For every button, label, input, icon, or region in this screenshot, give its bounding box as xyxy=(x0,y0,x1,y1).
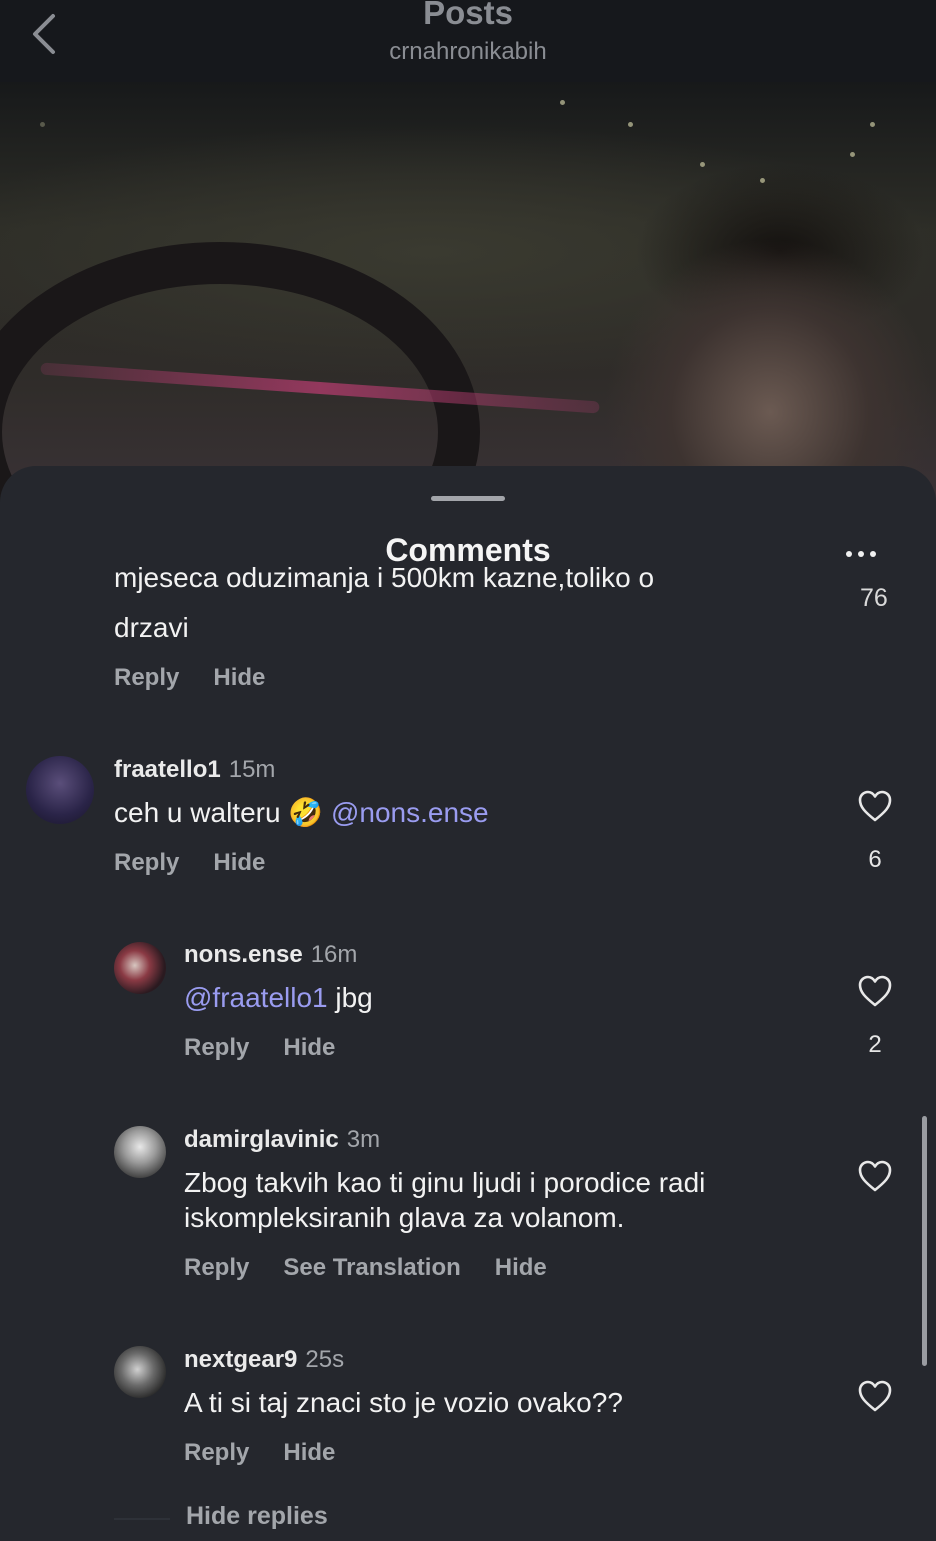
reply-button[interactable]: Reply xyxy=(114,849,179,876)
street-light xyxy=(628,122,633,127)
account-name[interactable]: crnahronikabih xyxy=(0,38,936,66)
timestamp: 15m xyxy=(228,756,276,783)
comment-actions: Reply See Translation Hide xyxy=(184,1254,581,1282)
top-bar: Posts crnahronikabih xyxy=(0,0,936,82)
username[interactable]: fraatello1 xyxy=(114,756,221,783)
street-light xyxy=(850,152,855,157)
comment-text-part: jbg xyxy=(335,982,373,1013)
avatar[interactable] xyxy=(26,756,94,824)
street-light xyxy=(760,178,765,183)
drag-handle[interactable] xyxy=(431,496,505,501)
street-light xyxy=(870,122,875,127)
sheet-title: Comments xyxy=(385,532,551,568)
heart-outline-icon[interactable] xyxy=(857,974,893,1008)
comment-text-cut: mjeseca oduzimanja i 500km kazne,toliko … xyxy=(114,566,655,593)
comment-actions: Reply Hide xyxy=(114,849,299,877)
comment-text: A ti si taj znaci sto je vozio ovako?? xyxy=(184,1387,623,1418)
hide-button[interactable]: Hide xyxy=(495,1254,547,1281)
comment-meta: nons.ense 16m xyxy=(184,941,357,969)
timestamp: 16m xyxy=(310,941,358,968)
comment-text: @fraatello1 jbg xyxy=(184,980,373,1015)
page-title: Posts xyxy=(423,0,513,31)
comment-actions: Reply Hide xyxy=(184,1439,369,1467)
street-light xyxy=(560,100,565,105)
comment-meta: nextgear9 25s xyxy=(184,1346,344,1374)
username[interactable]: nextgear9 xyxy=(184,1346,297,1373)
more-horizontal-icon xyxy=(846,544,882,561)
comment-text: Zbog takvih kao ti ginu ljudi i porodice… xyxy=(184,1167,706,1198)
more-options-button[interactable] xyxy=(846,544,886,557)
heart-outline-icon[interactable] xyxy=(857,789,893,823)
timestamp: 3m xyxy=(346,1126,381,1153)
reply-button[interactable]: Reply xyxy=(114,664,179,691)
reply-button[interactable]: Reply xyxy=(184,1439,249,1466)
mention-link[interactable]: @fraatello1 xyxy=(184,982,328,1013)
comment-text: ceh u walteru 🤣 @nons.ense xyxy=(114,795,489,830)
comments-sheet: Comments mjeseca oduzimanja i 500km kazn… xyxy=(0,466,936,1541)
reply-button[interactable]: Reply xyxy=(184,1254,249,1281)
like-count: 76 xyxy=(860,584,888,612)
street-light xyxy=(700,162,705,167)
username[interactable]: damirglavinic xyxy=(184,1126,339,1153)
hide-button[interactable]: Hide xyxy=(213,664,265,691)
mention-link[interactable]: @nons.ense xyxy=(331,797,489,828)
replies-divider xyxy=(114,1518,170,1520)
hide-button[interactable]: Hide xyxy=(283,1439,335,1466)
comment-meta: damirglavinic 3m xyxy=(184,1126,380,1154)
hide-replies-button[interactable]: Hide replies xyxy=(186,1502,328,1531)
avatar[interactable] xyxy=(114,942,166,994)
like-count: 6 xyxy=(868,846,882,873)
comment-actions: Reply Hide xyxy=(114,664,299,692)
comment-text: iskompleksiranih glava za volanom. xyxy=(184,1202,625,1233)
like-count: 2 xyxy=(868,1031,882,1058)
see-translation-button[interactable]: See Translation xyxy=(283,1254,460,1281)
comment-actions: Reply Hide xyxy=(184,1034,369,1062)
heart-outline-icon[interactable] xyxy=(857,1159,893,1193)
hide-button[interactable]: Hide xyxy=(213,849,265,876)
post-image xyxy=(0,82,936,502)
timestamp: 25s xyxy=(305,1346,345,1373)
avatar[interactable] xyxy=(114,1126,166,1178)
scrollbar[interactable] xyxy=(922,1116,927,1366)
comment-meta: fraatello1 15m xyxy=(114,756,275,784)
rofl-emoji-icon: 🤣 xyxy=(288,797,324,828)
comment-text: drzavi xyxy=(114,612,189,643)
street-light xyxy=(40,122,45,127)
hide-button[interactable]: Hide xyxy=(283,1034,335,1061)
username[interactable]: nons.ense xyxy=(184,941,303,968)
heart-outline-icon[interactable] xyxy=(857,1379,893,1413)
avatar[interactable] xyxy=(114,1346,166,1398)
reply-button[interactable]: Reply xyxy=(184,1034,249,1061)
comment-text-part: ceh u walteru xyxy=(114,797,281,828)
